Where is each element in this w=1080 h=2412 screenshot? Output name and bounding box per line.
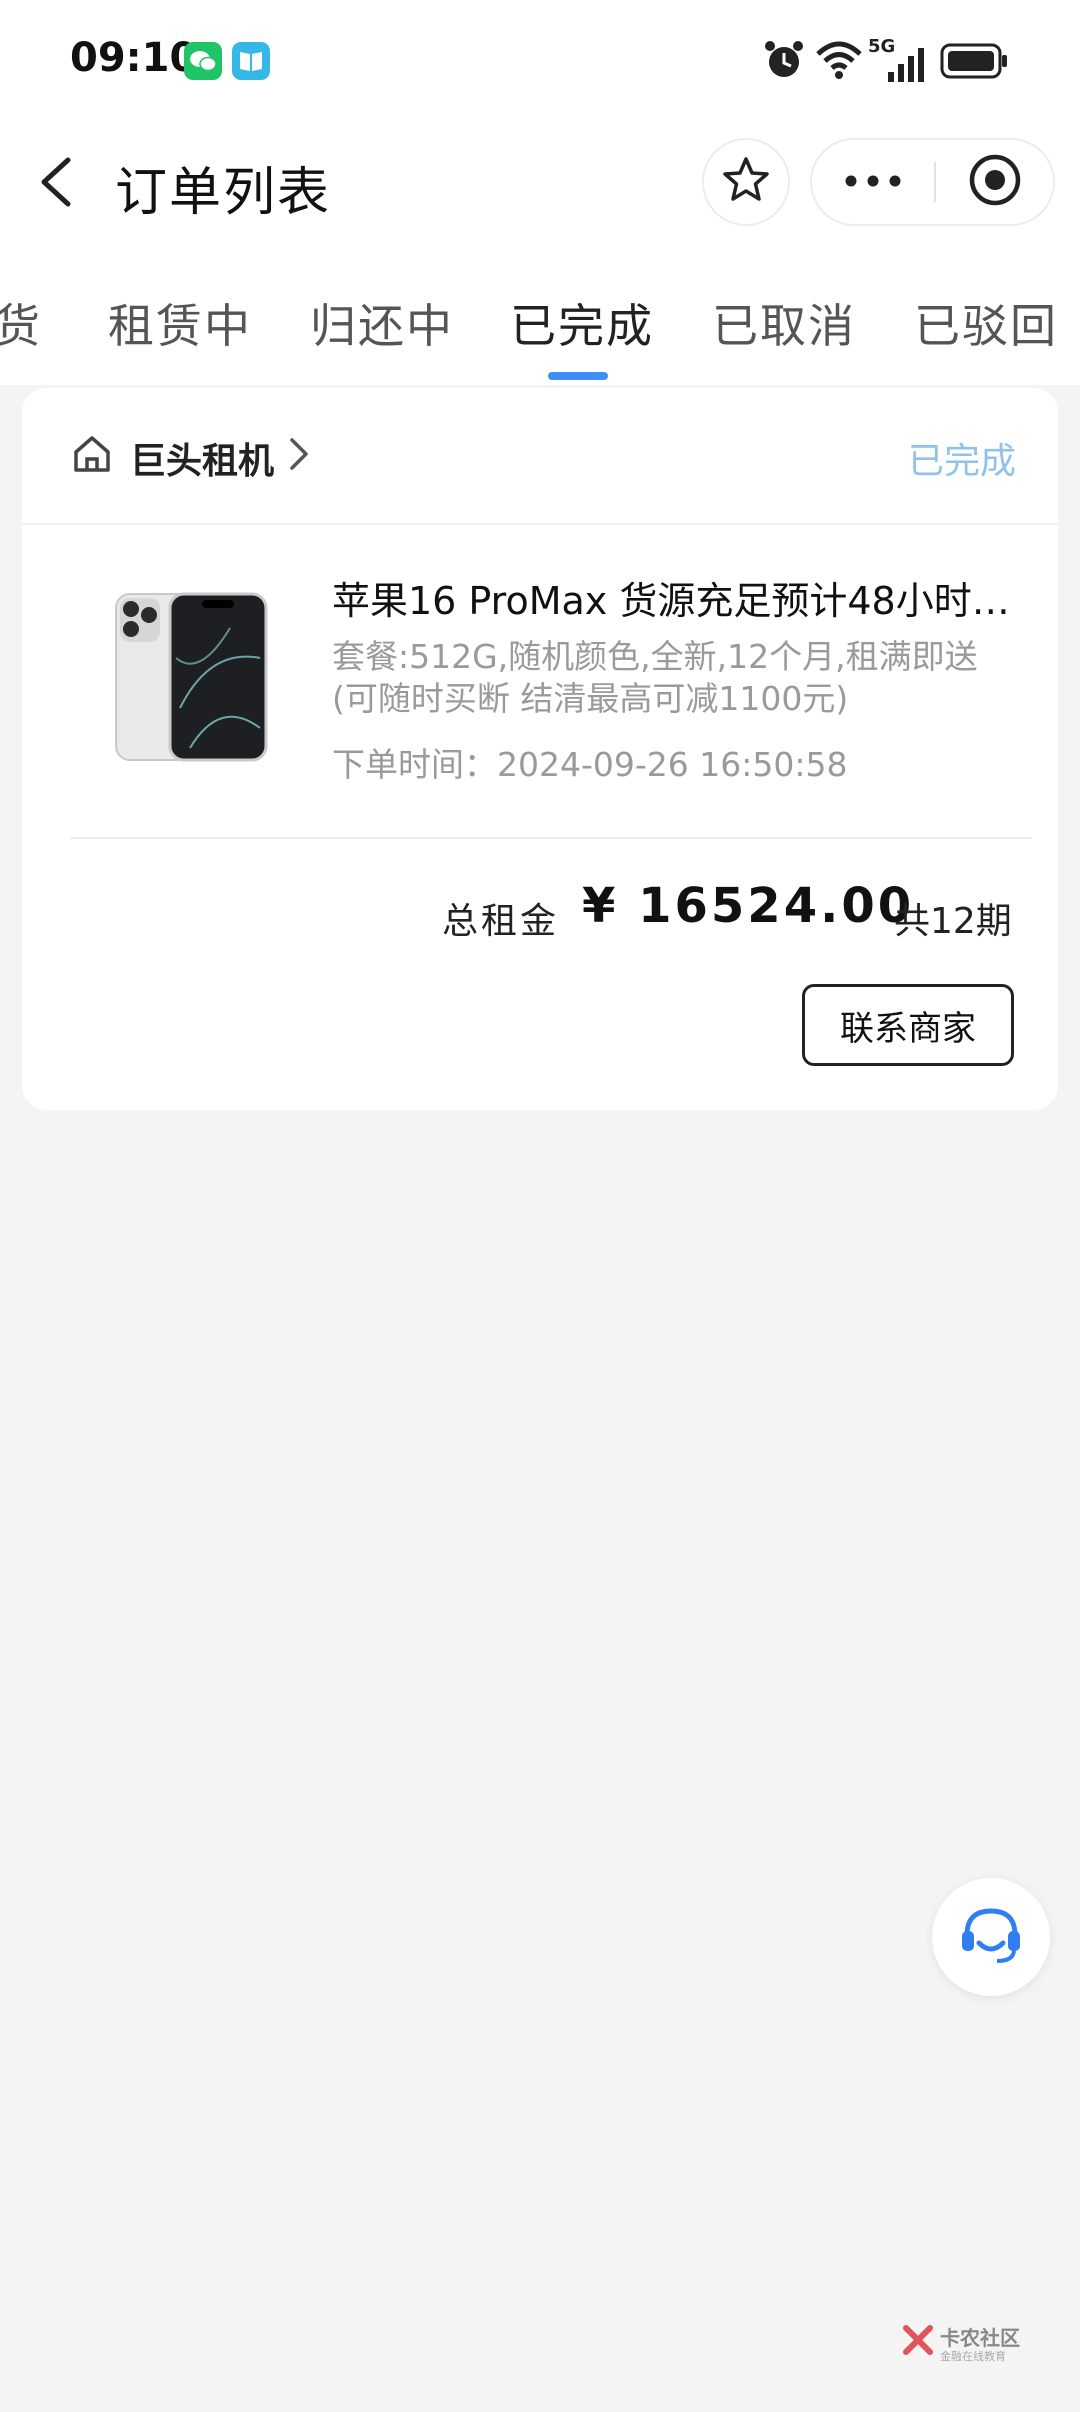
status-time: 09:10 (70, 35, 198, 81)
watermark-text: 卡农社区 (940, 2326, 1020, 2350)
tab-cancelled[interactable]: 已取消 (712, 290, 856, 356)
back-arrow-icon[interactable] (30, 150, 90, 214)
order-status-tabs: 货 租赁中 归还中 已完成 已取消 已驳回 (0, 290, 1080, 380)
alarm-icon (764, 38, 804, 86)
order-status-badge: 已完成 (907, 441, 1016, 482)
star-icon (720, 154, 772, 210)
total-rent-amount: ¥ 16524.00 (582, 878, 915, 934)
more-dots-icon (843, 173, 903, 192)
favorite-button[interactable] (702, 138, 790, 226)
more-button[interactable] (812, 140, 934, 224)
chevron-right-icon[interactable] (284, 432, 314, 480)
miniapp-capsule (810, 138, 1055, 226)
product-title[interactable]: 苹果16 ProMax 货源充足预计48小时发货 (332, 570, 1012, 625)
divider (70, 837, 1032, 839)
active-tab-indicator (548, 372, 608, 380)
product-image[interactable] (110, 588, 270, 766)
order-card[interactable]: 巨头租机 已完成 苹果16 ProMax 货源充足预计48小时发货 套餐:512… (22, 388, 1058, 1110)
wechat-icon (184, 42, 222, 80)
tab-renting[interactable]: 租赁中 (108, 290, 252, 356)
nav-bar: 订单列表 (0, 120, 1080, 245)
watermark-subtext: 金融在线教育 (940, 2350, 1006, 2363)
watermark-logo-icon (900, 2322, 936, 2362)
close-miniapp-button[interactable] (936, 140, 1053, 224)
tab-shipping[interactable]: 货 (0, 290, 42, 356)
book-app-icon (232, 42, 270, 80)
home-icon (70, 432, 114, 480)
order-time: 下单时间：2024-09-26 16:50:58 (332, 745, 848, 784)
target-close-icon (967, 152, 1023, 212)
divider (22, 523, 1058, 525)
total-rent-label: 总租金 (442, 901, 560, 942)
tab-completed[interactable]: 已完成 (510, 290, 654, 356)
headset-icon (953, 1897, 1029, 1977)
tab-rejected[interactable]: 已驳回 (914, 290, 1058, 356)
product-spec: 套餐:512G,随机颜色,全新,12个月,租满即送(可随时买断 结清最高可减11… (332, 637, 978, 718)
wifi-icon (814, 38, 864, 86)
installment-periods: 共12期 (894, 901, 1012, 942)
shop-name[interactable]: 巨头租机 (130, 432, 274, 484)
customer-service-button[interactable] (932, 1878, 1050, 1996)
signal-icon (870, 44, 930, 88)
tab-returning[interactable]: 归还中 (310, 290, 454, 356)
battery-icon (940, 42, 1010, 84)
page-title: 订单列表 (115, 163, 332, 223)
status-bar: 09:10 5G (0, 0, 1080, 120)
contact-merchant-button[interactable]: 联系商家 (802, 984, 1014, 1066)
